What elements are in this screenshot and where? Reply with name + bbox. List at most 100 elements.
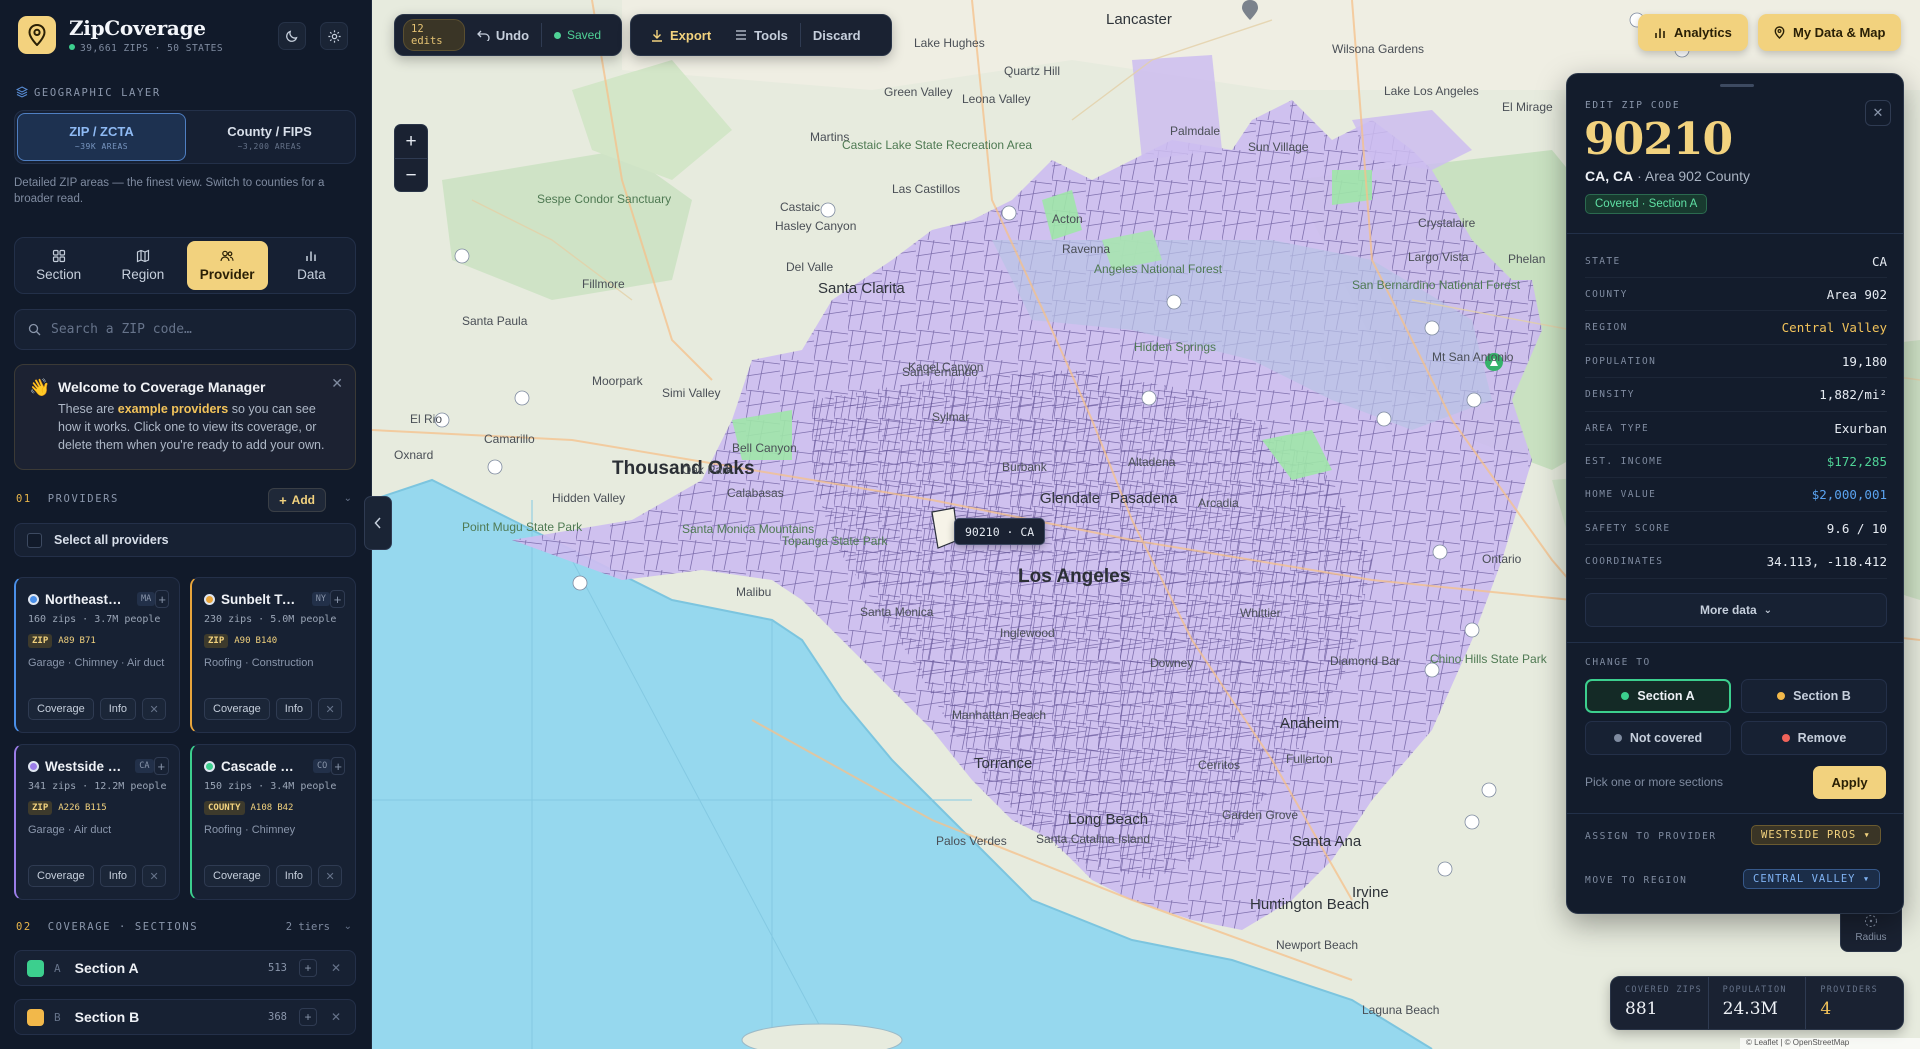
map-pin-logo-icon[interactable] <box>18 16 56 54</box>
provider-state-badge: CA <box>135 759 154 773</box>
provider-color-dot <box>28 593 39 605</box>
apply-button[interactable]: Apply <box>1813 766 1886 799</box>
map-label: Laguna Beach <box>1362 1003 1440 1017</box>
tools-button[interactable]: Tools <box>723 20 800 50</box>
section-b-count: B42 <box>277 803 294 813</box>
row-value: Exurban <box>1834 420 1887 436</box>
map-label: Fillmore <box>582 277 625 291</box>
undo-button[interactable]: Undo <box>465 20 541 50</box>
tab-data[interactable]: Data <box>271 241 352 290</box>
delete-provider-button[interactable]: ✕ <box>318 698 343 720</box>
choice-hint: Pick one or more sections <box>1585 775 1724 789</box>
zip-data-row: AREA TYPE Exurban <box>1585 412 1887 445</box>
chevron-down-icon[interactable]: ⌄ <box>344 921 352 932</box>
geographic-layer-label: GEOGRAPHIC LAYER <box>15 86 161 99</box>
delete-provider-button[interactable]: ✕ <box>142 698 167 720</box>
info-button[interactable]: Info <box>99 865 137 887</box>
section-b-count: B115 <box>84 803 107 813</box>
map-label: Ravenna <box>1062 242 1111 256</box>
row-value: 9.6 / 10 <box>1826 520 1887 536</box>
choice-not-covered[interactable]: Not covered <box>1585 721 1731 755</box>
search-input[interactable] <box>51 322 331 337</box>
zip-data-row: EST. INCOME $172,285 <box>1585 445 1887 479</box>
settings-button[interactable] <box>320 22 348 50</box>
map-label: Newport Beach <box>1276 938 1359 952</box>
map-label: Altadena <box>1128 455 1176 469</box>
select-all-providers[interactable]: Select all providers <box>14 523 356 557</box>
row-key: STATE <box>1585 255 1621 267</box>
tab-section[interactable]: Section <box>18 241 99 290</box>
coverage-button[interactable]: Coverage <box>204 865 270 887</box>
add-to-section-button[interactable]: + <box>299 1008 317 1026</box>
zoom-out-button[interactable]: − <box>395 159 427 193</box>
provider-card[interactable]: Sunbelt Trades NY + 230 zips · 5.0M peop… <box>190 577 356 733</box>
layer-option-zip[interactable]: ZIP / ZCTA ~39K AREAS <box>17 113 186 161</box>
info-button[interactable]: Info <box>275 865 313 887</box>
add-zip-button[interactable]: + <box>329 590 345 608</box>
coverage-button[interactable]: Coverage <box>28 865 94 887</box>
provider-card[interactable]: Cascade Services CO + 150 zips · 3.4M pe… <box>190 744 356 900</box>
section-row-a[interactable]: A Section A 513 + ✕ <box>14 950 356 986</box>
map-label: Castaic <box>780 200 821 214</box>
divider <box>1567 813 1903 814</box>
delete-provider-button[interactable]: ✕ <box>142 865 167 887</box>
export-button[interactable]: Export <box>639 20 723 50</box>
discard-button[interactable]: Discard <box>801 20 873 50</box>
provider-name: Sunbelt Trades <box>221 591 300 607</box>
provider-services: Garage · Air duct <box>28 824 112 836</box>
row-value: $2,000,001 <box>1811 487 1887 503</box>
chevron-down-icon: ⌄ <box>1763 604 1773 616</box>
select-all-checkbox[interactable] <box>27 532 42 548</box>
section-swatch[interactable] <box>27 959 44 977</box>
layer-option-county[interactable]: County / FIPS ~3,200 AREAS <box>186 113 353 161</box>
move-region-select[interactable]: CENTRAL VALLEY ▾ <box>1743 869 1881 889</box>
close-icon[interactable]: ✕ <box>331 375 343 392</box>
provider-services: Garage · Chimney · Air duct <box>28 657 165 669</box>
add-zip-button[interactable]: + <box>155 590 169 608</box>
delete-section-icon[interactable]: ✕ <box>331 961 341 975</box>
welcome-card: 👋 Welcome to Coverage Manager These are … <box>14 364 356 470</box>
coverage-button[interactable]: Coverage <box>204 698 270 720</box>
choice-remove[interactable]: Remove <box>1741 721 1887 755</box>
add-provider-button[interactable]: + Add <box>268 488 326 512</box>
my-data-map-button[interactable]: My Data & Map <box>1758 14 1902 51</box>
tab-provider[interactable]: Provider <box>186 241 268 290</box>
section-swatch[interactable] <box>27 1008 44 1026</box>
info-button[interactable]: Info <box>275 698 313 720</box>
assign-provider-select[interactable]: WESTSIDE PROS ▾ <box>1751 825 1881 845</box>
zip-data-row: STATE CA <box>1585 245 1887 278</box>
chevron-down-icon[interactable]: ⌄ <box>344 493 352 504</box>
provider-state-badge: MA <box>137 592 156 606</box>
map-attribution[interactable]: © Leaflet | © OpenStreetMap <box>1740 1038 1920 1049</box>
provider-card[interactable]: Northeast Home Services MA + 160 zips · … <box>14 577 180 733</box>
tab-region[interactable]: Region <box>102 241 183 290</box>
delete-section-icon[interactable]: ✕ <box>331 1010 341 1024</box>
map-label: Camarillo <box>484 432 535 446</box>
choice-section-b[interactable]: Section B <box>1741 679 1887 713</box>
add-zip-button[interactable]: + <box>331 757 345 775</box>
analytics-button[interactable]: Analytics <box>1638 14 1748 51</box>
choice-section-a[interactable]: Section A <box>1585 679 1731 713</box>
close-panel-button[interactable]: ✕ <box>1865 100 1891 126</box>
map-label: Kagel Canyon <box>908 360 984 374</box>
example-providers-link[interactable]: example providers <box>118 402 228 416</box>
map-label: Sylmar <box>932 410 970 424</box>
section-row-b[interactable]: B Section B 368 + ✕ <box>14 999 356 1035</box>
add-to-section-button[interactable]: + <box>299 959 317 977</box>
map-label: Calabasas <box>727 486 784 500</box>
info-button[interactable]: Info <box>99 698 137 720</box>
map-label: Mt San Antonio <box>1432 350 1514 364</box>
stat-population: POPULATION 24.3M <box>1709 977 1807 1029</box>
map-label: Oxnard <box>394 448 434 462</box>
add-zip-button[interactable]: + <box>153 757 169 775</box>
collapse-sidebar-button[interactable] <box>364 496 392 550</box>
delete-provider-button[interactable]: ✕ <box>318 865 343 887</box>
zoom-in-button[interactable]: + <box>395 125 427 159</box>
coverage-button[interactable]: Coverage <box>28 698 94 720</box>
provider-card[interactable]: Westside Pros CA + 341 zips · 12.2M peop… <box>14 744 180 900</box>
more-data-button[interactable]: More data ⌄ <box>1585 593 1887 627</box>
theme-toggle-button[interactable] <box>278 22 306 50</box>
map-label: Bell Canyon <box>732 441 797 455</box>
close-icon: ✕ <box>1872 105 1884 120</box>
drag-handle[interactable] <box>1720 84 1754 87</box>
